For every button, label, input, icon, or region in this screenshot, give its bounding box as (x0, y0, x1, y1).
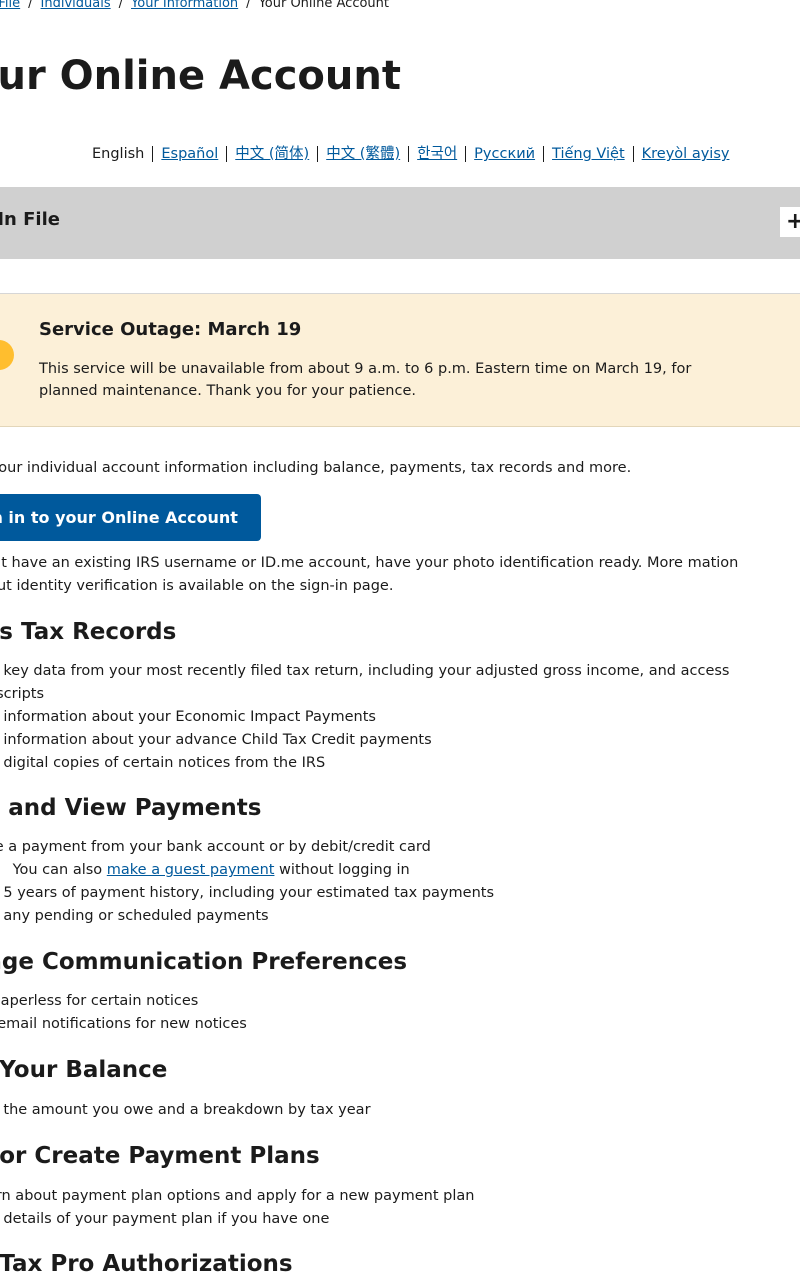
breadcrumb-link-individuals[interactable]: Individuals (41, 0, 111, 11)
section-heading-tax-pro: w Tax Pro Authorizations (0, 1251, 293, 1277)
list-item: ake a payment from your bank account or … (0, 839, 431, 855)
list-item: ew any pending or scheduled payments (0, 908, 269, 924)
language-english: English (92, 146, 145, 162)
list-item: et email notifications for new notices (0, 1016, 247, 1032)
language-link-vietnamese[interactable]: Tiếng Việt (552, 146, 625, 162)
section-heading-balance: w Your Balance (0, 1057, 168, 1083)
alert-title: Service Outage: March 19 (39, 319, 302, 340)
breadcrumb-current: Your Online Account (258, 0, 390, 11)
language-link-korean[interactable]: 한국어 (417, 146, 457, 162)
list-item: ew details of your payment plan if you h… (0, 1211, 330, 1227)
breadcrumb: e/File/Individuals/Your Information/Your… (0, 0, 389, 11)
language-link-kreyol[interactable]: Kreyòl ayisy (642, 146, 730, 162)
list-item-nested: You can also make a guest payment withou… (0, 859, 494, 882)
list-item: ew information about your advance Child … (0, 732, 432, 748)
language-link-chinese-traditional[interactable]: 中文 (繁體) (326, 146, 400, 162)
breadcrumb-link-your-information[interactable]: Your Information (131, 0, 238, 11)
payments-list: ake a payment from your bank account or … (0, 836, 494, 928)
list-item: ew digital copies of certain notices fro… (0, 755, 326, 771)
language-link-chinese-simplified[interactable]: 中文 (简体) (235, 146, 309, 162)
breadcrumb-link-file[interactable]: File (0, 0, 20, 11)
service-outage-alert: Service Outage: March 19 This service wi… (0, 293, 800, 427)
more-in-file-accordion[interactable]: re In File + (0, 187, 800, 259)
list-item: ew 5 years of payment history, including… (0, 885, 494, 901)
section-heading-tax-records: ess Tax Records (0, 619, 177, 645)
list-item: ew key data from your most recently file… (0, 663, 730, 702)
list-item: ew information about your Economic Impac… (0, 709, 376, 725)
guest-payment-link[interactable]: make a guest payment (107, 862, 275, 878)
expand-plus-icon[interactable]: + (780, 207, 800, 237)
section-heading-payments: ke and View Payments (0, 795, 262, 821)
list-item: o paperless for certain notices (0, 993, 199, 1009)
balance-list: ew the amount you owe and a breakdown by… (0, 1099, 371, 1122)
list-item: earn about payment plan options and appl… (0, 1188, 475, 1204)
intro-text: ss your individual account information i… (0, 460, 632, 476)
payment-plans-list: earn about payment plan options and appl… (0, 1185, 474, 1231)
viewport: e/File/Individuals/Your Information/Your… (0, 0, 800, 1280)
page-title: our Online Account (0, 53, 401, 99)
warning-icon (0, 340, 14, 370)
language-link-espanol[interactable]: Español (161, 146, 218, 162)
sign-in-button[interactable]: gn in to your Online Account (0, 494, 261, 541)
section-heading-payment-plans: w or Create Payment Plans (0, 1143, 320, 1169)
list-item: ew the amount you owe and a breakdown by… (0, 1102, 371, 1118)
accordion-title: re In File (0, 209, 60, 230)
nested-text-post: without logging in (274, 862, 410, 878)
nested-text-pre: You can also (12, 862, 107, 878)
language-selector: English Español 中文 (简体) 中文 (繁體) 한국어 Русский Ti… (92, 142, 738, 163)
communication-list: o paperless for certain notices et email… (0, 990, 247, 1036)
identity-note: don't have an existing IRS username or I… (0, 555, 739, 594)
alert-body: This service will be unavailable from ab… (39, 361, 692, 399)
language-link-russian[interactable]: Русский (474, 146, 535, 162)
tax-records-list: ew key data from your most recently file… (0, 660, 768, 775)
section-heading-communication: nage Communication Preferences (0, 949, 408, 975)
